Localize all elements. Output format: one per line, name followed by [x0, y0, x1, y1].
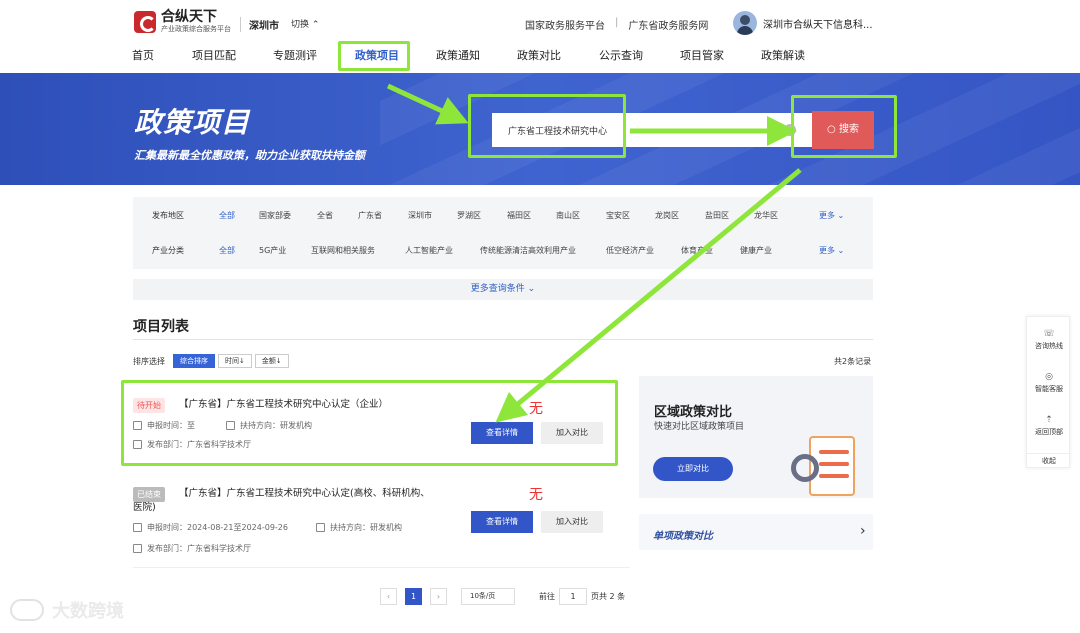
arrow-to-detail-button	[495, 168, 802, 423]
arrow-to-search-input	[386, 83, 469, 125]
annotation-arrows	[386, 83, 802, 423]
